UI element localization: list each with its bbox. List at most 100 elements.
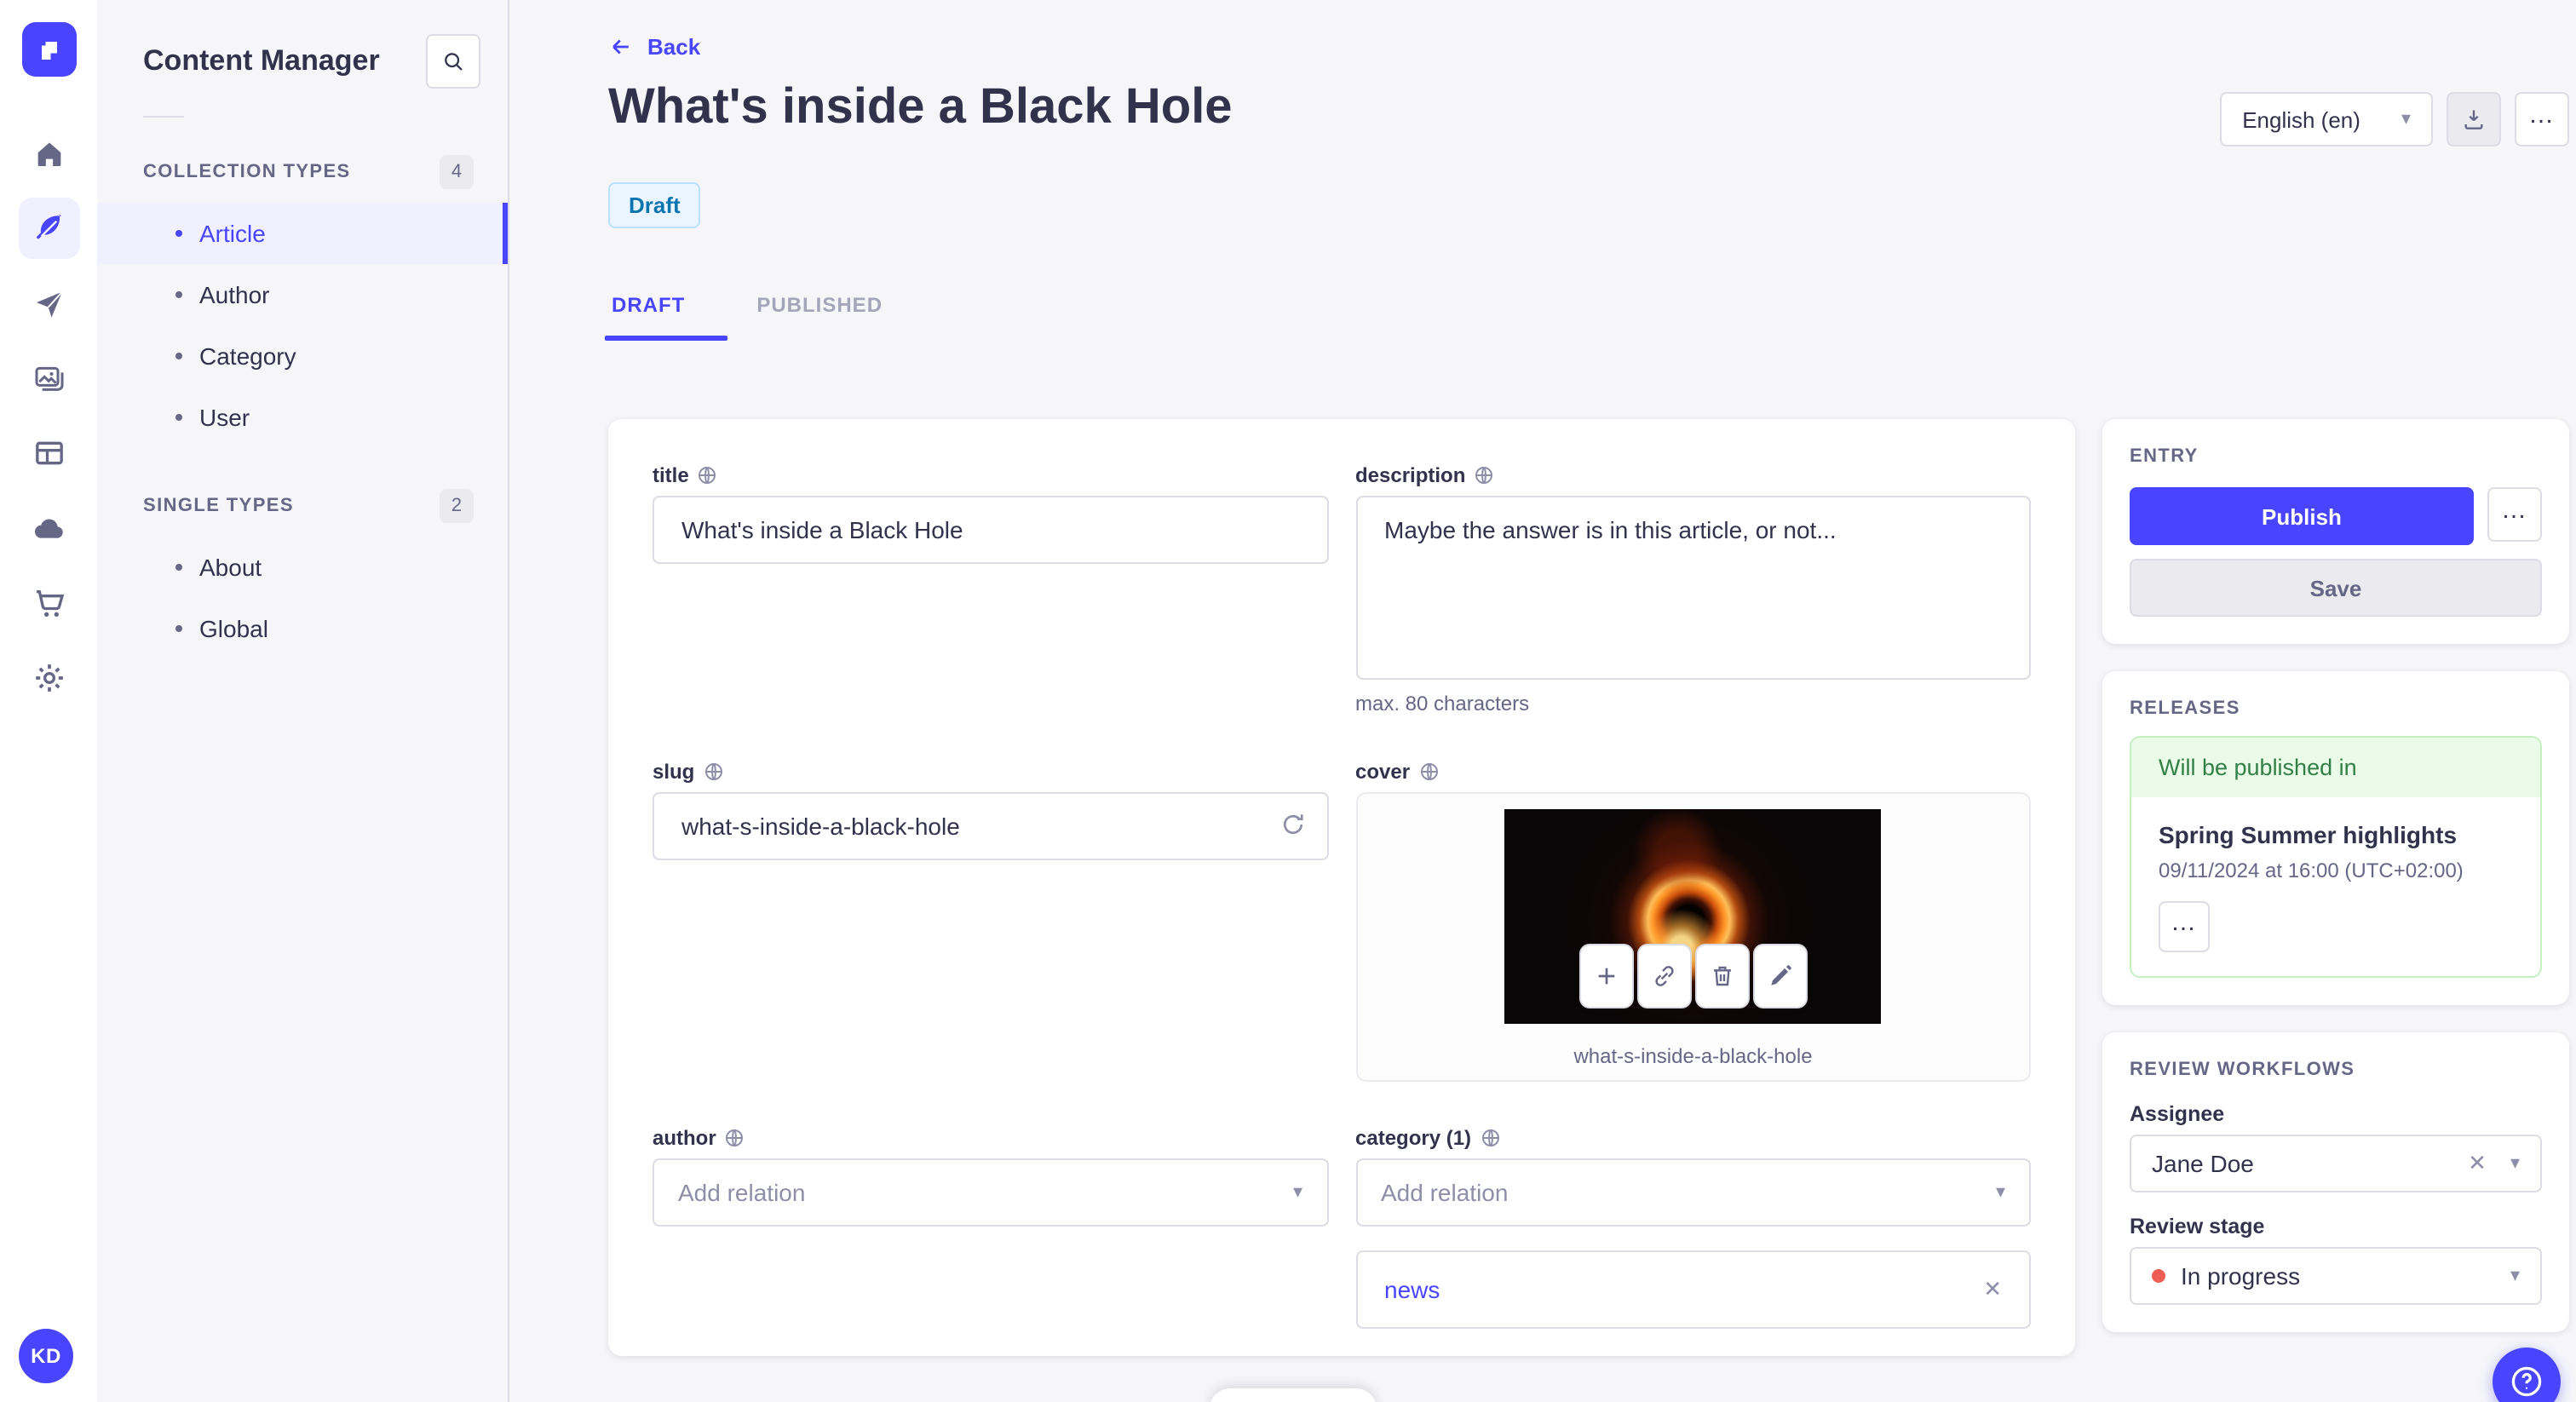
locale-value: English (en) [2242,106,2360,132]
strapi-logo[interactable] [21,22,76,77]
chevron-down-icon: ▾ [2401,108,2411,129]
tab-label: DRAFT [612,293,686,317]
sidebar-title: Content Manager [143,44,380,77]
clear-assignee-button[interactable]: ✕ [2468,1150,2487,1177]
review-workflows-panel: REVIEW WORKFLOWS Assignee Jane Doe ✕ ▾ R… [2102,1032,2569,1332]
bullet-icon [175,414,182,421]
more-icon: … [2501,495,2528,524]
delete-media-button[interactable] [1694,944,1750,1008]
export-button[interactable] [2447,92,2501,147]
assignee-combobox[interactable]: Jane Doe ✕ ▾ [2130,1135,2542,1192]
sidebar-item-article[interactable]: Article [97,203,508,264]
assignee-value: Jane Doe [2152,1150,2254,1177]
field-slug-label: slug [653,760,695,784]
more-icon: … [2528,100,2556,129]
review-panel-heading: REVIEW WORKFLOWS [2130,1060,2355,1080]
field-cover-label: cover [1355,760,1411,784]
strapi-logo-icon [41,42,56,60]
globe-icon [1475,467,1493,484]
sidebar-item-about[interactable]: About [97,537,508,598]
sidebar-item-author[interactable]: Author [97,264,508,325]
assignee-label: Assignee [2130,1102,2225,1126]
settings-icon[interactable] [18,647,79,709]
search-icon [445,53,463,71]
sidebar-item-global[interactable]: Global [97,598,508,659]
more-options-button[interactable]: … [2515,92,2569,147]
category-relation-combobox[interactable]: Add relation ▾ [1355,1158,2031,1227]
back-arrow-icon [612,39,629,55]
sidebar-item-label: User [199,404,250,431]
bullet-icon [175,230,182,237]
author-relation-combobox[interactable]: Add relation ▾ [653,1158,1328,1227]
status-badge: Draft [608,182,701,228]
chevron-down-icon: ▾ [1995,1181,2005,1202]
home-icon[interactable] [18,123,79,184]
globe-icon [726,1129,744,1146]
review-stage-combobox[interactable]: In progress ▾ [2130,1247,2542,1305]
media-library-icon[interactable] [18,348,79,409]
back-link[interactable]: Back [608,34,700,60]
releases-icon[interactable] [18,273,79,334]
entry-form-card: title description Maybe the answer is in… [608,419,2075,1356]
edit-view: Back What's inside a Black Hole English … [508,0,2576,1402]
release-card: Will be published in Spring Summer highl… [2130,736,2542,978]
sidebar-item-label: About [199,554,262,581]
releases-panel: RELEASES Will be published in Spring Sum… [2102,671,2569,1005]
refresh-icon [1282,814,1302,835]
content-type-builder-icon[interactable] [18,422,79,484]
page-title: What's inside a Black Hole [608,80,1233,135]
chevron-down-icon: ▾ [1292,1181,1302,1202]
section-label-single-types: SINGLE TYPES [143,496,294,516]
sidebar-item-label: Article [199,220,266,247]
field-description: description Maybe the answer is in this … [1355,463,2031,715]
user-avatar[interactable]: KD [19,1329,73,1383]
regenerate-slug-button[interactable] [1277,809,1308,840]
sidebar-item-user[interactable]: User [97,387,508,448]
sidebar-item-label: Category [199,342,296,370]
tab-published[interactable]: PUBLISHED [753,286,906,341]
release-title[interactable]: Spring Summer highlights [2159,821,2513,848]
edit-media-button[interactable] [1752,944,1808,1008]
cloud-icon[interactable] [18,497,79,559]
relation-link[interactable]: news [1384,1276,1983,1303]
entry-more-button[interactable]: … [2487,487,2542,542]
marketplace-icon[interactable] [18,572,79,634]
locale-select[interactable]: English (en) ▾ [2220,92,2433,147]
release-status: Will be published in [2131,738,2540,797]
copy-link-button[interactable] [1636,944,1692,1008]
section-label-collection-types: COLLECTION TYPES [143,162,351,182]
sidebar-item-category[interactable]: Category [97,325,508,387]
globe-icon [1481,1129,1499,1146]
field-author: author Add relation ▾ [653,1126,1328,1227]
content-manager-icon[interactable] [18,198,79,259]
active-tab-underline [605,336,727,341]
bullet-icon [175,291,182,298]
more-icon: … [2171,907,2198,936]
bullet-icon [175,353,182,359]
bullet-icon [175,564,182,571]
field-slug: slug [653,760,1328,860]
cover-filename: what-s-inside-a-black-hole [1573,1044,1813,1068]
single-types-count: 2 [440,489,474,523]
release-more-button[interactable]: … [2159,901,2210,952]
save-button[interactable]: Save [2130,559,2542,617]
question-mark-icon [2511,1366,2542,1397]
next-section-card-edge [1210,1388,1377,1402]
title-input[interactable] [653,496,1328,564]
link-icon [1654,966,1674,986]
content-manager-sidebar: Content Manager COLLECTION TYPES 4 Artic… [97,0,509,1402]
publish-button[interactable]: Publish [2130,487,2474,545]
field-category: category (1) Add relation ▾ news ✕ [1355,1126,2031,1329]
description-textarea[interactable]: Maybe the answer is in this article, or … [1355,496,2031,680]
nav-rail: KD [0,0,99,1402]
search-button[interactable] [426,34,480,89]
remove-relation-button[interactable]: ✕ [1983,1276,2002,1303]
add-media-button[interactable] [1578,944,1634,1008]
trash-icon [1713,966,1731,986]
slug-input[interactable] [653,792,1328,860]
pencil-icon [1770,965,1791,985]
side-panels: ENTRY Publish … Save RELEASES Will be pu… [2102,419,2569,1356]
review-stage-label: Review stage [2130,1215,2265,1238]
tab-draft[interactable]: DRAFT [605,286,727,341]
relation-item-news: news ✕ [1355,1250,2031,1329]
